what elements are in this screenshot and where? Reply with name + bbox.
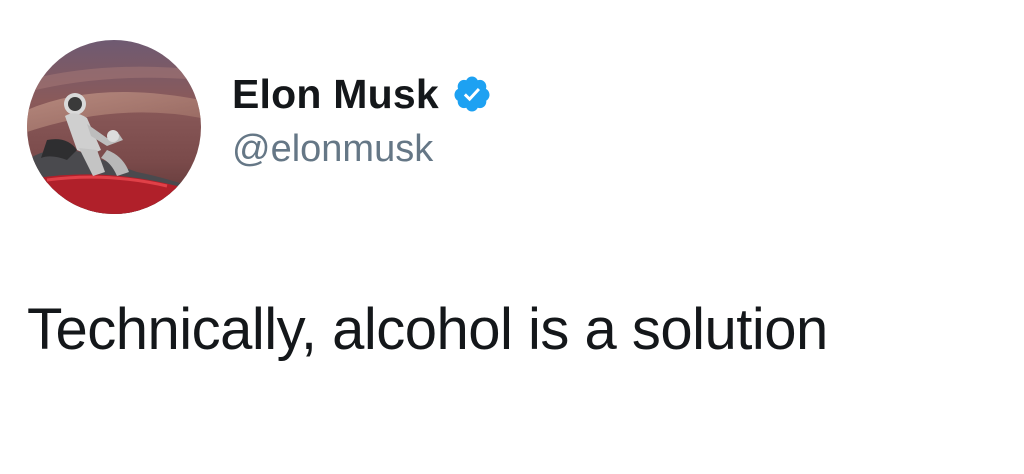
tweet-text: Technically, alcohol is a solution xyxy=(27,297,828,362)
verified-badge-icon xyxy=(452,74,492,114)
avatar[interactable] xyxy=(27,40,201,214)
author-handle[interactable]: @elonmusk xyxy=(232,128,433,171)
author-name-row: Elon Musk xyxy=(232,64,492,124)
tweet-card: Elon Musk @elonmusk Technically, alcohol… xyxy=(0,0,1024,474)
avatar-image xyxy=(27,40,201,214)
author-display-name[interactable]: Elon Musk xyxy=(232,71,439,118)
